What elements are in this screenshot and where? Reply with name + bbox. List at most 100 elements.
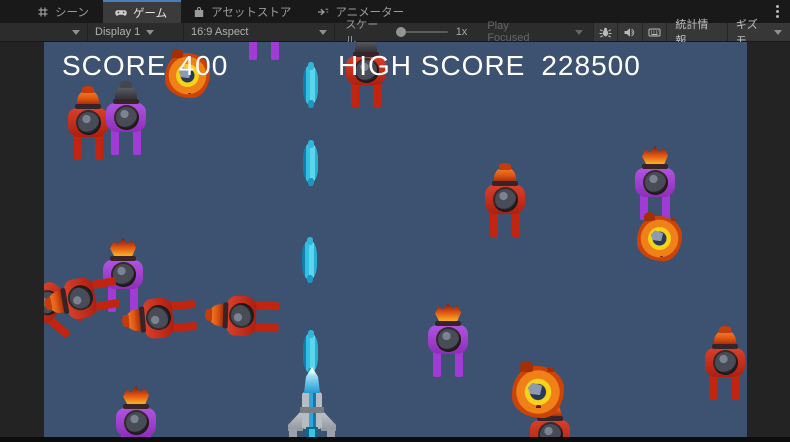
- high-score-display: HIGH SCORE 228500: [338, 50, 641, 82]
- enemy-leg: [249, 42, 257, 60]
- gizmos-dropdown[interactable]: ギズモ: [727, 23, 790, 41]
- debug-bug-button[interactable]: [593, 23, 618, 41]
- enemy-leg: [133, 128, 141, 155]
- enemy-leg: [455, 350, 463, 377]
- game-view-toolbar: Display 1 16:9 Aspect スケール 1x Play Focus…: [0, 23, 790, 42]
- enemy-leg: [433, 350, 441, 377]
- enemy-purple-sprite: [244, 42, 284, 60]
- aspect-ratio-dropdown[interactable]: 16:9 Aspect: [184, 23, 334, 41]
- ship-exhaust: [306, 427, 318, 437]
- tab-asset-store[interactable]: アセットストア: [181, 0, 305, 23]
- enemy-leg: [710, 373, 718, 400]
- enemy-cockpit: [713, 350, 738, 375]
- aspect-ratio-label: 16:9 Aspect: [191, 26, 249, 38]
- game-viewport[interactable]: SCORE 400 HIGH SCORE 228500: [44, 42, 747, 437]
- tab-asset-store-label: アセットストア: [211, 4, 291, 20]
- enemy-band: [492, 181, 518, 186]
- play-focused-label: Play Focused: [487, 20, 552, 44]
- enemy-red-sprite: [44, 272, 121, 324]
- enemy-leg: [351, 81, 359, 108]
- enemy-cockpit: [643, 170, 668, 195]
- enemy-leg: [271, 42, 279, 60]
- chevron-down-icon: [146, 30, 154, 35]
- scale-value: 1x: [456, 26, 468, 38]
- high-score-label: HIGH SCORE: [338, 50, 525, 82]
- enemy-red-sprite: [122, 295, 197, 341]
- enemy-cockpit: [493, 187, 518, 212]
- bag-icon: [193, 6, 205, 18]
- score-label: SCORE: [62, 50, 167, 82]
- speaker-icon: [623, 26, 636, 39]
- bullet-sprite: [302, 240, 317, 280]
- player-ship-sprite: [288, 367, 336, 437]
- high-score-value: 228500: [541, 50, 640, 82]
- enemy-leg: [512, 210, 520, 237]
- enemy-red-sprite: [485, 165, 525, 237]
- gamepad-icon: [115, 7, 127, 19]
- enemy-band: [712, 344, 738, 349]
- enemy-leg: [490, 210, 498, 237]
- scale-slider[interactable]: [397, 31, 448, 33]
- enemy-cockpit: [436, 327, 461, 352]
- enemy-band: [110, 256, 136, 261]
- mute-audio-button[interactable]: [617, 23, 642, 41]
- enemy-leg: [373, 81, 381, 108]
- enemy-band: [123, 404, 149, 409]
- enemy-dome: [494, 167, 516, 182]
- enemy-leg: [95, 133, 103, 160]
- enemy-red-sprite: [705, 328, 745, 400]
- keyboard-shortcuts-button[interactable]: [642, 23, 667, 41]
- bug-icon: [599, 26, 612, 39]
- enemy-band: [75, 104, 101, 109]
- bullet-sprite: [303, 65, 318, 105]
- enemy-red-sprite: [206, 295, 279, 337]
- tab-game-label: ゲーム: [133, 5, 167, 21]
- enemy-dome: [110, 238, 136, 257]
- chevron-down-icon: [575, 30, 583, 35]
- stats-button[interactable]: 統計情報: [666, 23, 726, 41]
- game-panel: SCORE 400 HIGH SCORE 228500: [0, 42, 790, 442]
- ship-skid: [327, 429, 335, 437]
- ship-belt: [300, 407, 324, 413]
- enemy-dome: [714, 330, 736, 345]
- enemy-leg: [732, 373, 740, 400]
- enemy-purple-sprite: [106, 83, 146, 155]
- viewport-bottom-strip: [0, 437, 790, 442]
- enemy-red-sprite: [68, 88, 108, 160]
- animator-icon: [317, 6, 329, 18]
- score-display: SCORE 400: [62, 50, 228, 82]
- enemy-leg: [73, 133, 81, 160]
- enemy-dome: [115, 85, 137, 100]
- enemy-dome: [435, 303, 461, 322]
- display-dropdown-label: Display 1: [95, 26, 140, 38]
- enemy-purple-sprite: [635, 148, 675, 220]
- enemy-cockpit: [124, 410, 149, 435]
- tab-game[interactable]: ゲーム: [103, 0, 181, 23]
- enemy-band: [113, 99, 139, 104]
- explosion-sprite: [512, 366, 564, 418]
- chevron-down-icon: [319, 30, 327, 35]
- enemy-dome: [642, 146, 668, 165]
- ship-nose: [304, 367, 320, 393]
- enemy-band: [642, 164, 668, 169]
- tab-scene-label: シーン: [55, 4, 89, 20]
- enemy-purple-sprite: [116, 388, 156, 437]
- bullet-sprite: [303, 143, 318, 183]
- explosion-sprite: [637, 216, 682, 261]
- chevron-down-icon: [72, 30, 80, 35]
- play-focused-dropdown[interactable]: Play Focused: [477, 20, 592, 44]
- enemy-cockpit: [76, 110, 101, 135]
- enemy-dome: [123, 386, 149, 405]
- ship-skid: [289, 429, 297, 437]
- keyboard-icon: [648, 26, 661, 39]
- display-dropdown[interactable]: Display 1: [88, 23, 183, 41]
- tab-scene[interactable]: シーン: [25, 0, 103, 23]
- chevron-down-icon: [774, 30, 782, 35]
- enemy-purple-sprite: [428, 305, 468, 377]
- grid-icon: [37, 6, 49, 18]
- enemy-cockpit: [114, 105, 139, 130]
- game-view-dropdown[interactable]: [0, 23, 87, 41]
- enemy-leg: [111, 128, 119, 155]
- enemy-dome: [77, 90, 99, 105]
- scale-slider-handle[interactable]: [396, 27, 406, 37]
